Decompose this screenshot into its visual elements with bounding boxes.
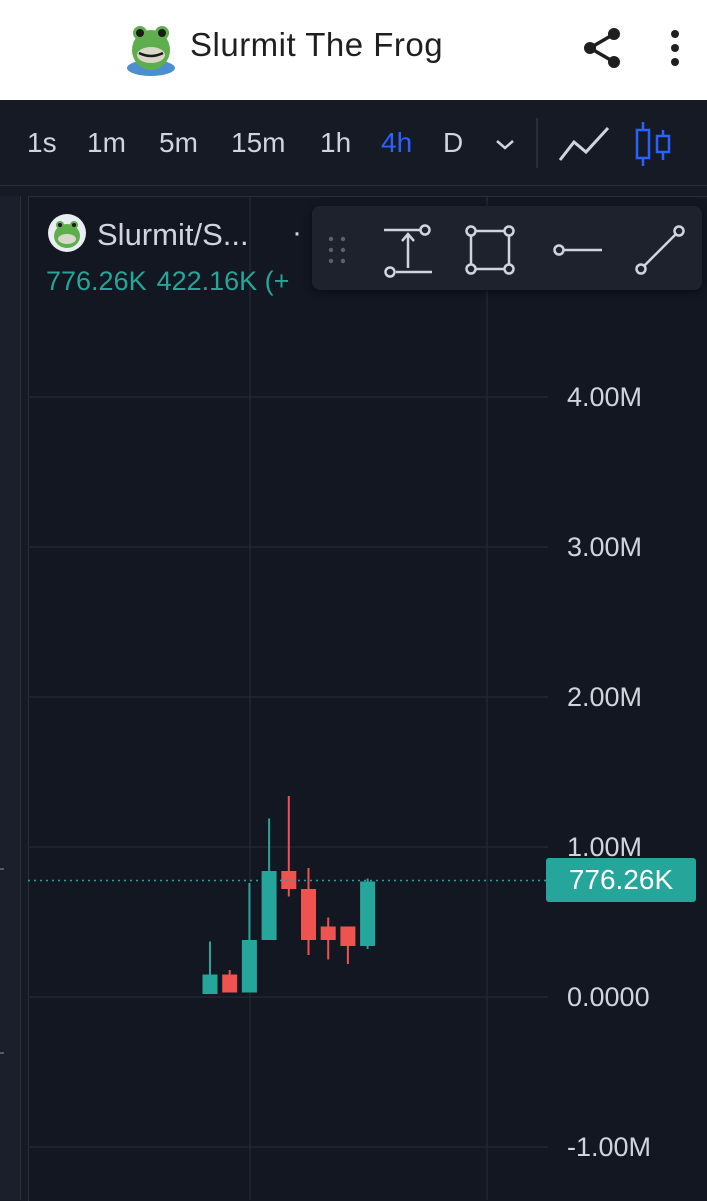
timeframe-1s[interactable]: 1s <box>27 127 57 159</box>
price-axis-label: 4.00M <box>567 382 643 412</box>
page-title: Slurmit The Frog <box>190 26 444 63</box>
trend-line-icon[interactable] <box>632 222 688 278</box>
chevron-down-icon[interactable] <box>492 132 518 156</box>
timeframe-4h[interactable]: 4h <box>381 127 412 159</box>
toolbar-divider <box>536 118 538 168</box>
legend-change: 422.16K (+ <box>156 266 290 296</box>
timeframe-15m[interactable]: 15m <box>231 127 285 159</box>
horizontal-ray-icon[interactable] <box>550 222 606 278</box>
more-vertical-icon[interactable] <box>660 26 690 70</box>
legend-price: 776.26K <box>46 266 147 296</box>
timeframe-5m[interactable]: 5m <box>159 127 198 159</box>
price-range-icon[interactable] <box>380 222 436 278</box>
timeframe-1m[interactable]: 1m <box>87 127 126 159</box>
candlestick-chart-icon[interactable] <box>632 120 674 168</box>
legend-separator: · <box>292 216 302 249</box>
line-chart-icon[interactable] <box>556 122 612 166</box>
price-axis-label: 0.0000 <box>567 982 650 1012</box>
frog-logo-icon <box>124 22 178 76</box>
price-axis-label: 3.00M <box>567 532 643 562</box>
current-price-tag: 776.26K <box>546 858 696 902</box>
left-panel-tick <box>0 1052 4 1054</box>
left-panel-tick <box>0 868 4 870</box>
symbol-logo-icon <box>48 214 86 252</box>
symbol-name[interactable]: Slurmit/S... <box>97 217 249 253</box>
app-header: Slurmit The Frog <box>0 0 707 100</box>
share-icon[interactable] <box>578 24 626 72</box>
rectangle-icon[interactable] <box>462 222 518 278</box>
price-axis-label: -1.00M <box>567 1132 652 1162</box>
price-axis-label: 2.00M <box>567 682 643 712</box>
timeframe-d[interactable]: D <box>443 127 463 159</box>
drag-handle-icon[interactable] <box>326 234 348 266</box>
legend-values: 776.26K 422.16K (+ <box>46 266 299 297</box>
timeframe-1h[interactable]: 1h <box>320 127 351 159</box>
left-side-panel <box>0 196 21 1200</box>
